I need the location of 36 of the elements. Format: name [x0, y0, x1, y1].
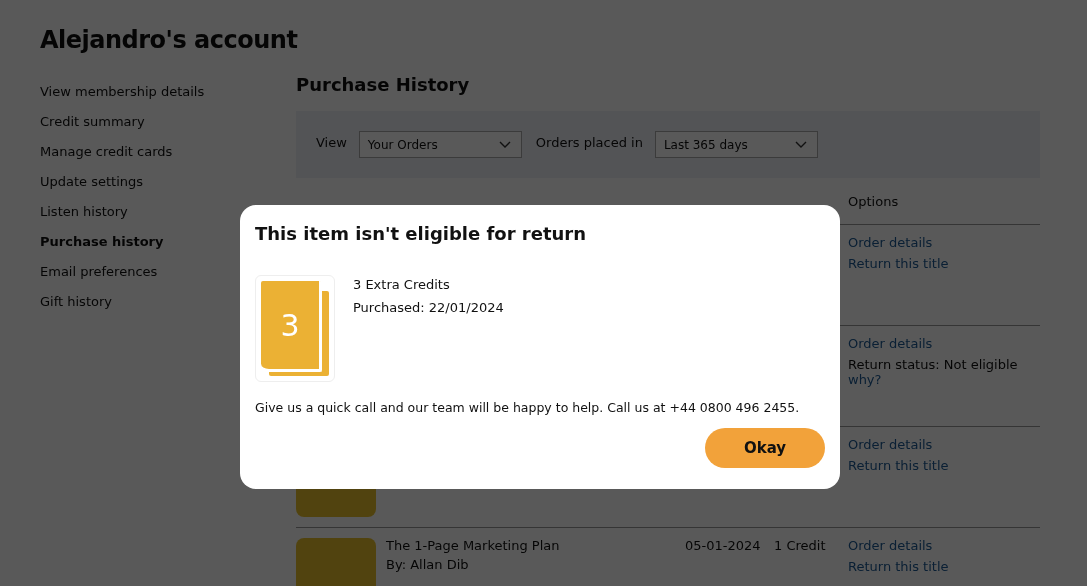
chevron-down-icon	[498, 141, 511, 148]
sidebar-item[interactable]: Gift history	[40, 292, 112, 311]
filter-label: View	[316, 135, 347, 150]
sidebar-item[interactable]: Listen history	[40, 202, 128, 221]
item-name: 3 Extra Credits	[353, 277, 450, 292]
price: 1 Credit	[774, 538, 826, 553]
purchase-date: Purchased: 22/01/2024	[353, 300, 504, 315]
option-link[interactable]: Return this title	[848, 458, 949, 473]
book-author: By: Allan Dib	[386, 557, 469, 572]
option-link[interactable]: Order details	[848, 235, 933, 250]
okay-button[interactable]: Okay	[705, 428, 825, 468]
filter-label: Orders placed in	[535, 135, 643, 150]
option-link[interactable]: Order details	[848, 437, 933, 452]
return-status: Return status: Not eligible	[848, 357, 1018, 372]
book-title: The 1-Page Marketing Plan	[386, 538, 560, 553]
chevron-down-icon	[794, 141, 807, 148]
sidebar-item[interactable]: Purchase history	[40, 232, 164, 251]
purchase-date: 05-01-2024	[685, 538, 761, 553]
option-link[interactable]: why?	[848, 372, 882, 387]
option-link[interactable]: Order details	[848, 336, 933, 351]
dialog-message: Give us a quick call and our team will be happy to help. Call us at +44 0800 496 2455.	[255, 400, 801, 415]
dropdown[interactable]: Your Orders	[358, 131, 522, 158]
sidebar-item[interactable]: Credit summary	[40, 112, 145, 131]
sidebar-item[interactable]: Manage credit cards	[40, 142, 173, 161]
option-link[interactable]: Order details	[848, 538, 933, 553]
page-title: Alejandro's account	[40, 26, 299, 54]
credit-count: 3	[280, 307, 300, 343]
section-heading: Purchase History	[296, 74, 471, 95]
sidebar-item[interactable]: View membership details	[40, 82, 205, 101]
option-link[interactable]: Return this title	[848, 559, 949, 574]
dropdown[interactable]: Last 365 days	[654, 131, 818, 158]
sidebar-item[interactable]: Email preferences	[40, 262, 158, 281]
column-header: Options	[848, 193, 899, 209]
sidebar-item[interactable]: Update settings	[40, 172, 144, 191]
dialog-title: This item isn't eligible for return	[255, 223, 587, 244]
option-link[interactable]: Return this title	[848, 256, 949, 271]
